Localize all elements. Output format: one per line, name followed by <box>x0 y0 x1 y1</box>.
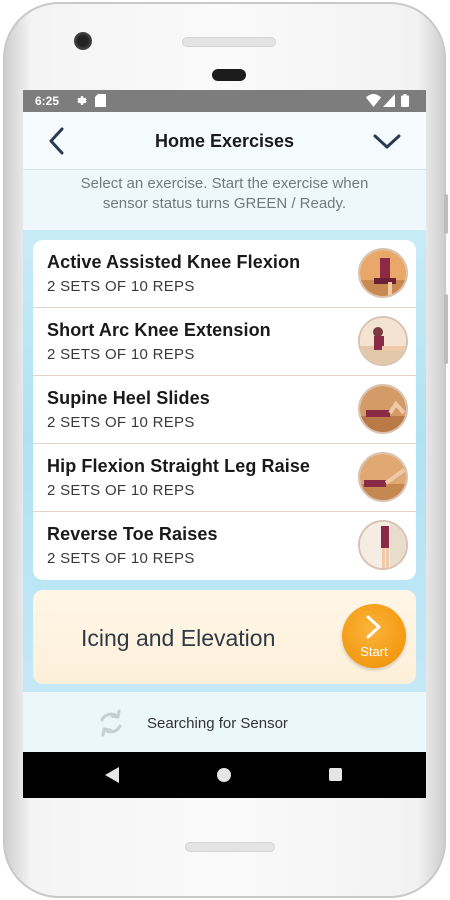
wifi-icon <box>366 94 381 107</box>
earpiece-speaker <box>182 37 276 47</box>
icing-label: Icing and Elevation <box>81 625 276 651</box>
app-header: Home Exercises <box>23 112 426 170</box>
volume-button <box>444 194 448 234</box>
settings-icon <box>77 96 87 105</box>
status-bar: 6:25 <box>23 90 426 112</box>
proximity-sensor <box>212 69 246 81</box>
exercise-reps: 2 SETS OF 10 REPS <box>47 482 195 499</box>
exercise-list: Active Assisted Knee Flexion 2 SETS OF 1… <box>33 240 416 580</box>
exercise-item[interactable]: Active Assisted Knee Flexion 2 SETS OF 1… <box>33 240 416 308</box>
battery-icon <box>401 94 409 107</box>
nav-home-icon[interactable] <box>217 768 231 782</box>
exercise-reps: 2 SETS OF 10 REPS <box>47 414 195 431</box>
instructions-line-1: Select an exercise. Start the exercise w… <box>80 175 369 192</box>
sync-icon <box>100 709 122 737</box>
instructions-text: Select an exercise. Start the exercise w… <box>23 174 426 214</box>
exercise-item[interactable]: Reverse Toe Raises 2 SETS OF 10 REPS <box>33 512 416 580</box>
exercise-item[interactable]: Hip Flexion Straight Leg Raise 2 SETS OF… <box>33 444 416 512</box>
start-label: Start <box>360 644 388 659</box>
navigation-bar <box>23 752 426 798</box>
exercise-item[interactable]: Short Arc Knee Extension 2 SETS OF 10 RE… <box>33 308 416 376</box>
app-screen: 6:25 Home Exercises Select an exercise. … <box>23 90 426 798</box>
exercise-thumbnail <box>358 520 408 570</box>
exercise-thumbnail <box>358 384 408 434</box>
chevron-right-icon <box>366 615 381 639</box>
page-title: Home Exercises <box>154 131 295 151</box>
exercise-reps: 2 SETS OF 10 REPS <box>47 278 195 295</box>
nav-recents-icon[interactable] <box>329 768 342 781</box>
nav-back-icon[interactable] <box>105 767 119 783</box>
front-camera <box>74 32 92 50</box>
exercise-name: Short Arc Knee Extension <box>47 320 271 340</box>
exercise-thumbnail <box>358 248 408 298</box>
bottom-speaker <box>185 842 275 852</box>
sensor-status-bar: Searching for Sensor <box>23 694 426 752</box>
exercise-name: Reverse Toe Raises <box>47 524 218 544</box>
exercise-thumbnail <box>358 316 408 366</box>
exercise-item[interactable]: Supine Heel Slides 2 SETS OF 10 REPS <box>33 376 416 444</box>
power-button <box>444 294 448 364</box>
exercise-name: Hip Flexion Straight Leg Raise <box>47 456 311 476</box>
chevron-down-icon[interactable] <box>372 128 402 154</box>
sensor-status-text: Searching for Sensor <box>147 715 288 732</box>
exercise-name: Supine Heel Slides <box>47 388 210 408</box>
status-time: 6:25 <box>35 94 60 108</box>
icing-elevation-card[interactable]: Icing and Elevation Start <box>33 590 416 684</box>
sd-card-icon <box>95 94 106 107</box>
exercise-name: Active Assisted Knee Flexion <box>47 252 301 272</box>
exercise-reps: 2 SETS OF 10 REPS <box>47 550 195 567</box>
start-button[interactable]: Start <box>342 604 406 668</box>
exercise-thumbnail <box>358 452 408 502</box>
exercise-reps: 2 SETS OF 10 REPS <box>47 346 195 363</box>
signal-icon <box>383 94 395 107</box>
instructions-line-2: sensor status turns GREEN / Ready. <box>102 195 347 212</box>
